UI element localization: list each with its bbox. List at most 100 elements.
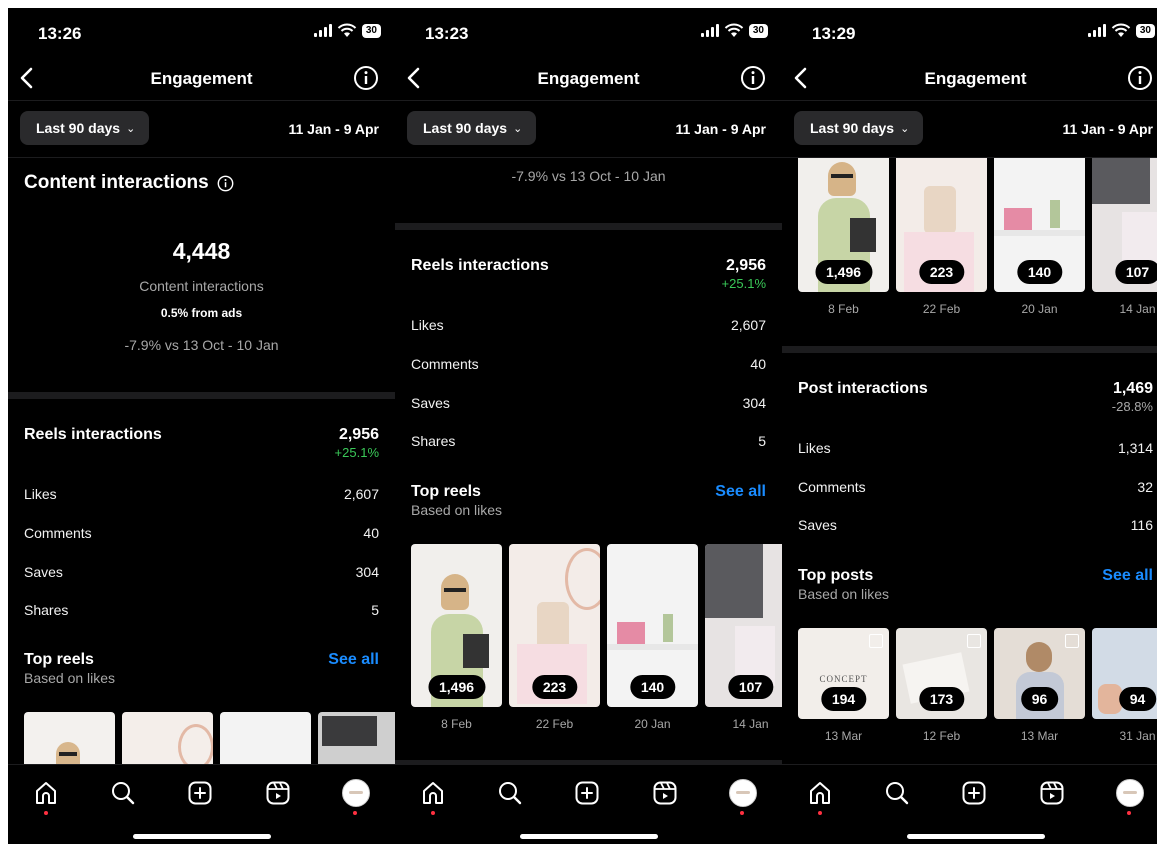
carousel-icon <box>967 634 981 648</box>
metric-likes-label: Likes <box>411 317 444 333</box>
create-icon[interactable] <box>960 779 988 807</box>
see-all-link[interactable]: See all <box>715 483 766 501</box>
profile-avatar[interactable] <box>1116 779 1144 807</box>
post-thumbnail[interactable]: 94 <box>1092 628 1157 719</box>
phone-screen-3: 13:29 30 Engagement Last 90 days ⌄ 11 Jan… <box>782 8 1157 844</box>
info-icon[interactable] <box>740 65 766 91</box>
status-time: 13:23 <box>425 24 469 43</box>
date-range: 11 Jan - 9 Apr <box>288 121 379 137</box>
divider <box>8 392 395 399</box>
reel-thumbnail[interactable] <box>122 712 213 764</box>
metric-comments-label: Comments <box>798 479 866 495</box>
see-all-link[interactable]: See all <box>328 651 379 669</box>
tab-bar <box>395 764 782 844</box>
total-interactions: 4,448 <box>172 238 231 264</box>
search-icon[interactable] <box>496 779 524 807</box>
metric-comments-value: 32 <box>1137 479 1153 495</box>
metric-saves-label: Saves <box>24 564 63 580</box>
reel-thumbnail[interactable]: 1,496 <box>798 158 889 292</box>
search-icon[interactable] <box>883 779 911 807</box>
see-all-link[interactable]: See all <box>1102 567 1153 585</box>
comparison-text: -7.9% vs 13 Oct - 10 Jan <box>124 337 279 353</box>
signal-icon <box>700 24 719 37</box>
scroll-content[interactable]: 1,496 223 140 107 8 Feb 22 Feb 20 Jan 14… <box>782 158 1157 764</box>
reel-thumbnail[interactable]: 223 <box>509 544 600 707</box>
info-icon[interactable] <box>1127 65 1153 91</box>
section-title: Content interactions <box>24 172 209 193</box>
profile-avatar[interactable] <box>342 779 370 807</box>
likes-badge: 107 <box>727 675 774 699</box>
top-reels-title: Top reels <box>24 651 94 668</box>
top-reels-subtitle: Based on likes <box>411 502 503 518</box>
nav-bar: Engagement <box>782 60 1157 101</box>
post-thumbnail[interactable]: 173 <box>896 628 987 719</box>
home-icon[interactable] <box>32 779 60 807</box>
date-range: 11 Jan - 9 Apr <box>1062 121 1153 137</box>
period-dropdown[interactable]: Last 90 days ⌄ <box>794 111 924 145</box>
create-icon[interactable] <box>186 779 214 807</box>
reels-change: +25.1% <box>334 445 379 460</box>
date-range: 11 Jan - 9 Apr <box>675 121 766 137</box>
metric-saves-value: 304 <box>742 395 766 411</box>
reels-icon[interactable] <box>651 779 679 807</box>
comparison-text: -7.9% vs 13 Oct - 10 Jan <box>511 168 666 184</box>
likes-badge: 140 <box>629 675 676 699</box>
metric-shares-value: 5 <box>758 433 766 449</box>
chevron-down-icon: ⌄ <box>900 122 910 135</box>
info-icon[interactable] <box>217 175 234 192</box>
status-bar: 13:23 30 <box>395 8 782 60</box>
metric-shares-label: Shares <box>24 602 69 618</box>
reel-thumbnail[interactable]: 223 <box>896 158 987 292</box>
likes-badge: 1,496 <box>427 675 486 699</box>
reel-thumbnail[interactable]: 140 <box>994 158 1085 292</box>
ads-note: 0.5% from ads <box>160 306 243 320</box>
metric-comments-value: 40 <box>750 356 766 372</box>
reels-icon[interactable] <box>264 779 292 807</box>
info-icon[interactable] <box>353 65 379 91</box>
tab-bar <box>782 764 1157 844</box>
battery-icon: 30 <box>748 23 768 38</box>
reel-thumbnail[interactable]: 140 <box>607 544 698 707</box>
scroll-content[interactable]: Content interactions 4,448 Content inter… <box>8 158 395 764</box>
reels-interactions-title: Reels interactions <box>411 257 549 274</box>
wifi-icon <box>1111 23 1131 37</box>
metric-likes-value: 1,314 <box>1117 440 1153 456</box>
reel-thumbnail[interactable]: 1,496 <box>411 544 502 707</box>
create-icon[interactable] <box>573 779 601 807</box>
top-posts-title: Top posts <box>798 567 874 584</box>
metric-shares-label: Shares <box>411 433 456 449</box>
reel-thumbnail[interactable]: 107 <box>1092 158 1157 292</box>
notification-dot <box>431 811 435 815</box>
reel-thumbnail[interactable] <box>220 712 311 764</box>
home-indicator <box>906 834 1045 839</box>
metric-saves-value: 304 <box>355 564 379 580</box>
post-thumbnail[interactable]: CONCEPT 194 <box>798 628 889 719</box>
home-icon[interactable] <box>419 779 447 807</box>
scroll-content[interactable]: -7.9% vs 13 Oct - 10 Jan Reels interacti… <box>395 158 782 764</box>
reels-icon[interactable] <box>1038 779 1066 807</box>
profile-avatar[interactable] <box>729 779 757 807</box>
home-icon[interactable] <box>806 779 834 807</box>
filter-bar: Last 90 days ⌄ 11 Jan - 9 Apr <box>395 100 782 158</box>
home-indicator <box>132 834 271 839</box>
status-bar: 13:29 30 <box>782 8 1157 60</box>
post-caption-text: CONCEPT <box>819 674 868 684</box>
likes-badge: 1,496 <box>814 260 873 284</box>
content-interactions-header: Content interactions <box>24 172 234 194</box>
post-thumbnail[interactable]: 96 <box>994 628 1085 719</box>
filter-bar: Last 90 days ⌄ 11 Jan - 9 Apr <box>8 100 395 158</box>
notification-dot <box>818 811 822 815</box>
signal-icon <box>313 24 332 37</box>
period-dropdown[interactable]: Last 90 days ⌄ <box>407 111 537 145</box>
posts-total: 1,469 <box>1112 380 1153 397</box>
period-dropdown[interactable]: Last 90 days ⌄ <box>20 111 150 145</box>
reel-date: 14 Jan <box>1119 302 1156 316</box>
filter-bar: Last 90 days ⌄ 11 Jan - 9 Apr <box>782 100 1157 158</box>
reel-thumbnail[interactable] <box>24 712 115 764</box>
status-time: 13:29 <box>812 24 856 43</box>
metric-comments-value: 40 <box>363 525 379 541</box>
notification-dot <box>44 811 48 815</box>
reel-thumbnail[interactable]: 107 <box>705 544 782 707</box>
search-icon[interactable] <box>109 779 137 807</box>
reel-thumbnail[interactable] <box>318 712 395 764</box>
